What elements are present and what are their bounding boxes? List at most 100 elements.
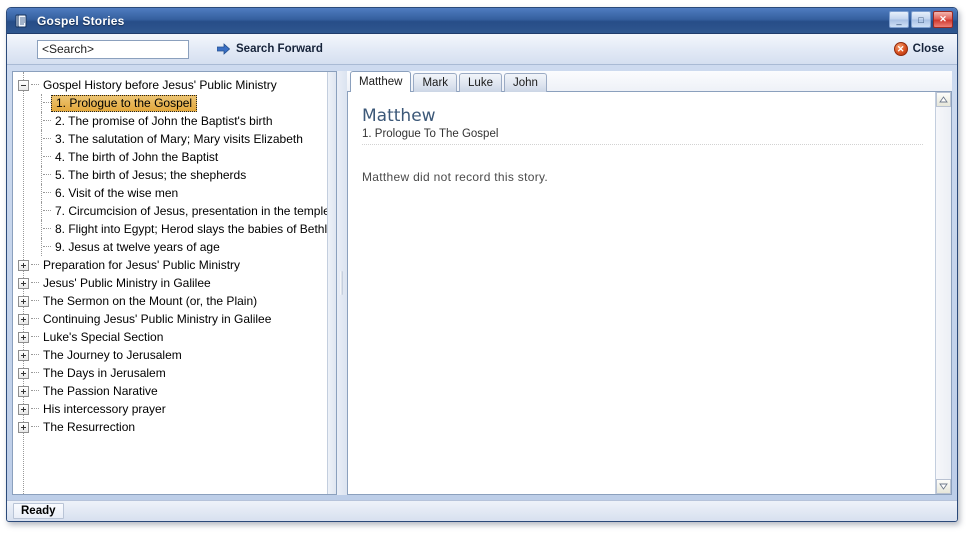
tree-connector [43, 228, 51, 230]
expand-icon[interactable] [18, 367, 29, 379]
close-circle-icon: ✕ [893, 42, 908, 56]
tree-node-label: The Resurrection [43, 420, 136, 434]
expand-icon[interactable] [18, 277, 29, 289]
tree-node[interactable]: The Passion Narative [13, 382, 336, 400]
tree-node[interactable]: Continuing Jesus' Public Ministry in Gal… [13, 310, 336, 328]
tree-node[interactable]: Gospel History before Jesus' Public Mini… [13, 76, 336, 94]
status-message: Ready [13, 503, 64, 519]
tree-node[interactable]: The Resurrection [13, 418, 336, 436]
tree-node-label: Jesus' Public Ministry in Galilee [43, 276, 211, 290]
pane-splitter[interactable] [337, 71, 347, 495]
tree-node-label: The Journey to Jerusalem [43, 348, 182, 362]
app-root: Gospel Stories _ □ ✕ Search Forward ✕ Cl… [0, 0, 966, 535]
tree-node[interactable]: 4. The birth of John the Baptist [13, 148, 336, 166]
expand-icon[interactable] [18, 313, 29, 325]
tree-connector [43, 174, 51, 176]
tree-node-label: 1. Prologue to the Gospel [51, 94, 198, 112]
tree-branch-line [41, 94, 43, 112]
scroll-up-icon[interactable] [936, 92, 951, 107]
maximize-button[interactable]: □ [911, 11, 931, 28]
tree-connector [31, 354, 39, 356]
tab-matthew[interactable]: Matthew [350, 71, 412, 92]
tree-node[interactable]: His intercessory prayer [13, 400, 336, 418]
tree-connector [31, 372, 39, 374]
title-bar: Gospel Stories _ □ ✕ [7, 8, 957, 34]
tab-mark[interactable]: Mark [413, 73, 458, 92]
tree-branch-line [41, 130, 43, 148]
tree-node[interactable]: The Sermon on the Mount (or, the Plain) [13, 292, 336, 310]
tree-node[interactable]: 8. Flight into Egypt; Herod slays the ba… [13, 220, 336, 238]
toolbar: Search Forward ✕ Close [7, 34, 957, 65]
tree-node[interactable]: Preparation for Jesus' Public Ministry [13, 256, 336, 274]
tree-node[interactable]: Jesus' Public Ministry in Galilee [13, 274, 336, 292]
tree-node-label: 9. Jesus at twelve years of age [55, 240, 220, 254]
story-tree-pane: Gospel History before Jesus' Public Mini… [12, 71, 337, 495]
close-button[interactable]: ✕ Close [891, 40, 947, 58]
expand-icon[interactable] [18, 259, 29, 271]
tree-branch-line [41, 220, 43, 238]
expand-icon[interactable] [18, 295, 29, 307]
tree-connector [31, 336, 39, 338]
close-button-label: Close [912, 43, 944, 55]
tree-node[interactable]: 2. The promise of John the Baptist's bir… [13, 112, 336, 130]
collapse-icon[interactable] [18, 79, 29, 91]
tree-connector [43, 246, 51, 248]
story-tree: Gospel History before Jesus' Public Mini… [13, 72, 336, 494]
tree-node[interactable]: 3. The salutation of Mary; Mary visits E… [13, 130, 336, 148]
tree-node-label: 5. The birth of Jesus; the shepherds [55, 168, 247, 182]
tree-node-label: The Days in Jerusalem [43, 366, 166, 380]
close-window-button[interactable]: ✕ [933, 11, 953, 28]
tree-node-label: 4. The birth of John the Baptist [55, 150, 219, 164]
tree-node[interactable]: 6. Visit of the wise men [13, 184, 336, 202]
expand-icon[interactable] [18, 385, 29, 397]
tree-branch-line [41, 148, 43, 166]
tree-node-label: 8. Flight into Egypt; Herod slays the ba… [55, 222, 337, 236]
tree-connector [31, 390, 39, 392]
tree-node[interactable]: The Journey to Jerusalem [13, 346, 336, 364]
expand-icon[interactable] [18, 421, 29, 433]
tree-node[interactable]: 7. Circumcision of Jesus, presentation i… [13, 202, 336, 220]
gospel-content-pane: Matthew Mark Luke John Matthew 1. Prologue … [347, 71, 952, 495]
expand-icon[interactable] [18, 403, 29, 415]
tree-vertical-scrollbar[interactable] [327, 72, 336, 494]
expand-icon[interactable] [18, 331, 29, 343]
document-body-text: Matthew did not record this story. [362, 170, 549, 184]
tab-luke[interactable]: Luke [459, 73, 502, 92]
status-bar: Ready [7, 500, 957, 521]
expand-icon[interactable] [18, 349, 29, 361]
main-body: Gospel History before Jesus' Public Mini… [7, 65, 957, 499]
tree-node-label: 2. The promise of John the Baptist's bir… [55, 114, 273, 128]
tree-node[interactable]: 9. Jesus at twelve years of age [13, 238, 336, 256]
document-area: Matthew 1. Prologue To The Gospel Matthe… [347, 92, 952, 495]
search-input[interactable] [37, 39, 189, 59]
tree-connector [43, 156, 51, 158]
tree-connector [31, 408, 39, 410]
splitter-grip [340, 271, 343, 295]
tree-node[interactable]: 1. Prologue to the Gospel [13, 94, 336, 112]
tree-branch-line [41, 166, 43, 184]
tree-node-label: Luke's Special Section [43, 330, 164, 344]
application-window: Gospel Stories _ □ ✕ Search Forward ✕ Cl… [6, 7, 958, 522]
search-forward-button[interactable]: Search Forward [213, 41, 327, 57]
tree-node-label: 6. Visit of the wise men [55, 186, 179, 200]
tree-node[interactable]: Luke's Special Section [13, 328, 336, 346]
tree-connector [43, 192, 51, 194]
tree-branch-line [41, 112, 43, 130]
tree-node-label: 7. Circumcision of Jesus, presentation i… [55, 204, 330, 218]
tab-john[interactable]: John [503, 73, 547, 92]
tree-node-label: 3. The salutation of Mary; Mary visits E… [55, 132, 303, 146]
tree-node-label: His intercessory prayer [43, 402, 166, 416]
tree-node-label: Gospel History before Jesus' Public Mini… [43, 78, 277, 92]
tree-node-label: The Sermon on the Mount (or, the Plain) [43, 294, 258, 308]
tree-node[interactable]: 5. The birth of Jesus; the shepherds [13, 166, 336, 184]
tree-node[interactable]: The Days in Jerusalem [13, 364, 336, 382]
tree-connector [43, 210, 51, 212]
document-vertical-scrollbar[interactable] [935, 92, 951, 494]
minimize-button[interactable]: _ [889, 11, 909, 28]
tree-branch-line [41, 202, 43, 220]
tree-connector [31, 318, 39, 320]
scroll-down-icon[interactable] [936, 479, 951, 494]
arrow-right-icon [217, 43, 230, 55]
tree-connector [31, 282, 39, 284]
tree-branch-line [41, 184, 43, 202]
